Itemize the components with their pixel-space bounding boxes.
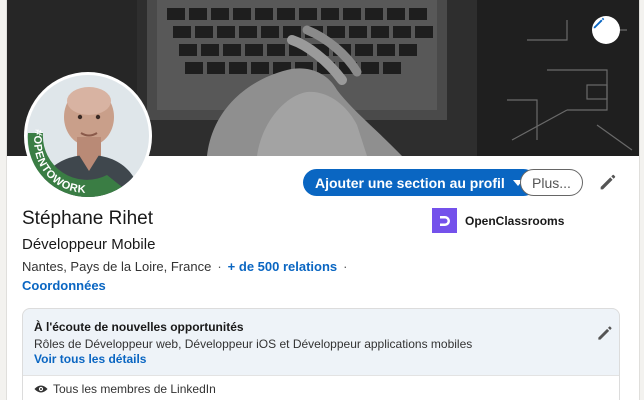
profile-location: Nantes, Pays de la Loire, France — [22, 259, 212, 274]
pencil-icon — [593, 17, 605, 29]
edit-banner-button[interactable] — [592, 16, 620, 44]
profile-headline: Développeur Mobile — [22, 236, 156, 253]
open-to-work-roles: Rôles de Développeur web, Développeur iO… — [34, 337, 473, 351]
connections-link[interactable]: + de 500 relations — [228, 259, 337, 274]
visibility-label: Tous les membres de LinkedIn — [53, 382, 216, 396]
location-row: Nantes, Pays de la Loire, France · + de … — [22, 259, 348, 274]
separator-dot: · — [343, 259, 348, 274]
edit-open-to-work-button[interactable] — [595, 323, 615, 343]
edit-intro-button[interactable] — [597, 171, 619, 193]
visibility-footer: Tous les membres de LinkedIn — [23, 375, 619, 400]
see-all-details-link[interactable]: Voir tous les détails — [34, 352, 146, 366]
avatar[interactable]: #OPENTOWORK — [24, 72, 152, 200]
openclassrooms-logo-icon — [439, 215, 450, 226]
profile-name: Stéphane Rihet — [22, 208, 153, 229]
more-button[interactable]: Plus... — [520, 169, 583, 196]
contact-info-link[interactable]: Coordonnées — [22, 278, 106, 293]
company-name: OpenClassrooms — [465, 213, 565, 228]
add-profile-section-button[interactable]: Ajouter une section au profil — [303, 169, 537, 196]
visibility-row: Tous les membres de LinkedIn — [34, 382, 216, 396]
separator-dot: · — [217, 259, 222, 274]
eye-icon — [34, 385, 48, 393]
profile-card: #OPENTOWORK Ajouter une section au profi… — [6, 0, 640, 400]
add-profile-section-label: Ajouter une section au profil — [315, 174, 505, 191]
company-logo — [432, 208, 457, 233]
current-company[interactable]: OpenClassrooms — [432, 208, 564, 233]
pencil-icon — [598, 326, 612, 340]
pencil-icon — [600, 174, 616, 190]
open-to-work-title: À l'écoute de nouvelles opportunités — [34, 320, 244, 334]
open-to-work-card: À l'écoute de nouvelles opportunités Rôl… — [22, 308, 620, 400]
more-button-label: Plus... — [532, 174, 571, 191]
